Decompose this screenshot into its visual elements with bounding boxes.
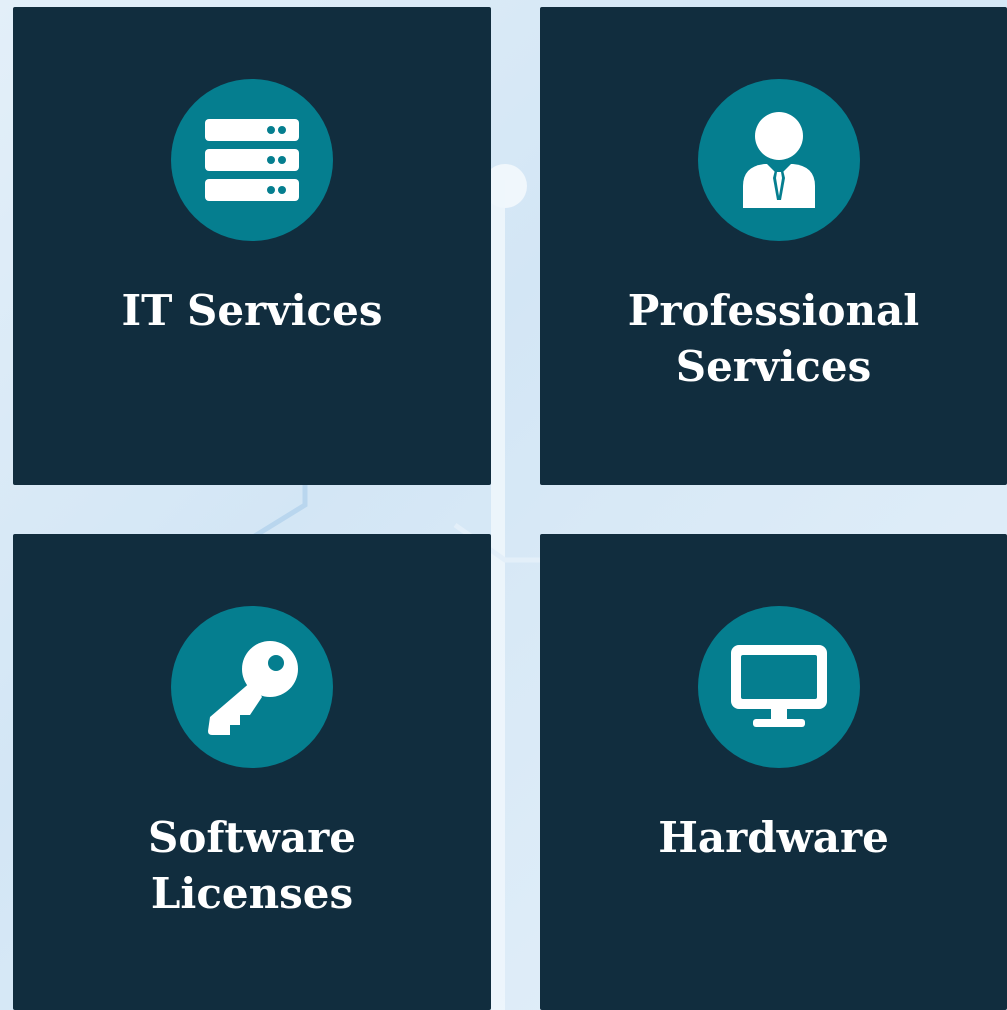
card-software-licenses[interactable]: Software Licenses [13,534,491,1010]
icon-circle [171,79,333,241]
icon-circle [171,606,333,768]
icon-circle [698,79,860,241]
icon-circle [698,606,860,768]
server-icon [205,119,299,201]
key-icon [208,641,298,735]
monitor-icon [731,645,827,727]
card-title: IT Services [121,286,383,335]
card-title: Professional Services [627,286,920,391]
card-professional-services[interactable]: Professional Services [540,7,1007,485]
card-it-services[interactable]: IT Services [13,7,491,485]
businessman-icon [743,112,815,208]
card-title: Hardware [658,813,889,862]
card-hardware[interactable]: Hardware [540,534,1007,1010]
card-title: Software Licenses [147,813,357,918]
